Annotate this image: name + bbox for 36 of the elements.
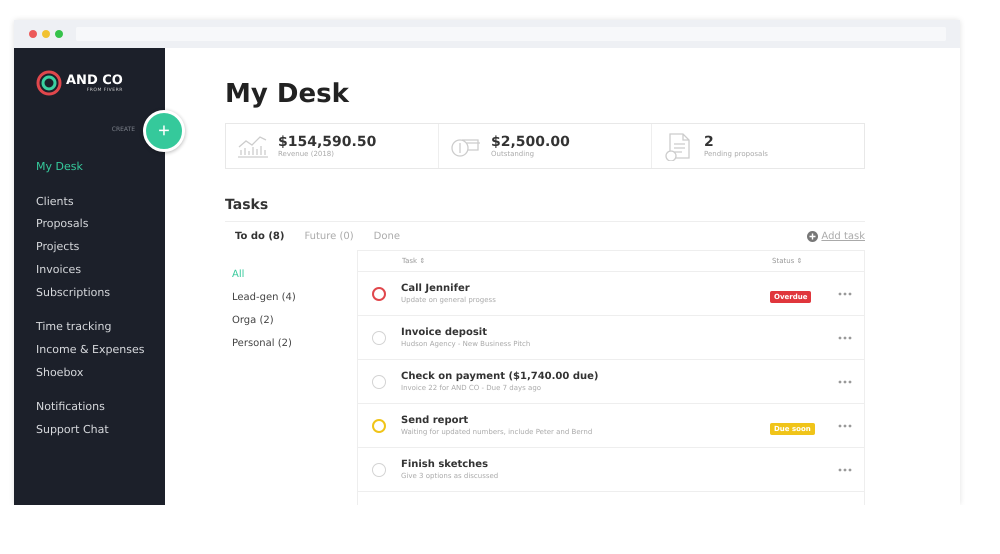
stat-value: $154,590.50: [278, 134, 376, 150]
task-checkbox[interactable]: [372, 418, 386, 432]
more-icon: [838, 292, 852, 296]
logo-icon: [36, 70, 62, 96]
task-title: Call Jennifer: [401, 282, 471, 295]
window-controls-icon[interactable]: [28, 29, 66, 39]
task-title: Finish sketches: [401, 458, 490, 471]
sidebar-item[interactable]: Time tracking: [36, 316, 112, 339]
sidebar-item[interactable]: Projects: [36, 236, 80, 259]
more-icon: [838, 380, 852, 384]
section-heading: Tasks: [225, 197, 270, 213]
add-icon: [807, 230, 818, 242]
sidebar-item[interactable]: Invoices: [36, 258, 82, 282]
sidebar-item[interactable]: Shoebox: [36, 362, 84, 384]
more-icon: [838, 424, 852, 428]
sidebar-item[interactable]: Proposals: [36, 213, 88, 236]
task-title: Check on payment ($1,740.00 due): [401, 370, 600, 383]
task-title: Send report: [401, 414, 470, 427]
sidebar-item[interactable]: Clients: [36, 190, 74, 214]
page-title: My Desk: [225, 79, 350, 109]
sidebar-item[interactable]: Support Chat: [36, 419, 109, 442]
sidebar-item[interactable]: Notifications: [36, 396, 105, 420]
tab[interactable]: To do (8): [235, 230, 284, 242]
stat-value: 2: [704, 134, 715, 150]
filter-item[interactable]: Personal (2): [232, 332, 357, 355]
sidebar-item[interactable]: Income & Expenses: [36, 338, 144, 362]
task-title: Invoice deposit: [401, 326, 488, 339]
task-checkbox[interactable]: [372, 286, 386, 300]
more-icon: [838, 336, 852, 340]
sidebar-item[interactable]: My Desk: [36, 156, 83, 179]
logo-text: AND CO: [66, 74, 123, 88]
stat-value: $2,500.00: [491, 134, 570, 150]
filter-item[interactable]: Lead-gen (4): [232, 286, 357, 309]
sidebar-item[interactable]: Subscriptions: [36, 282, 110, 304]
filter-item[interactable]: Orga (2): [232, 309, 357, 332]
more-icon: [838, 468, 852, 472]
